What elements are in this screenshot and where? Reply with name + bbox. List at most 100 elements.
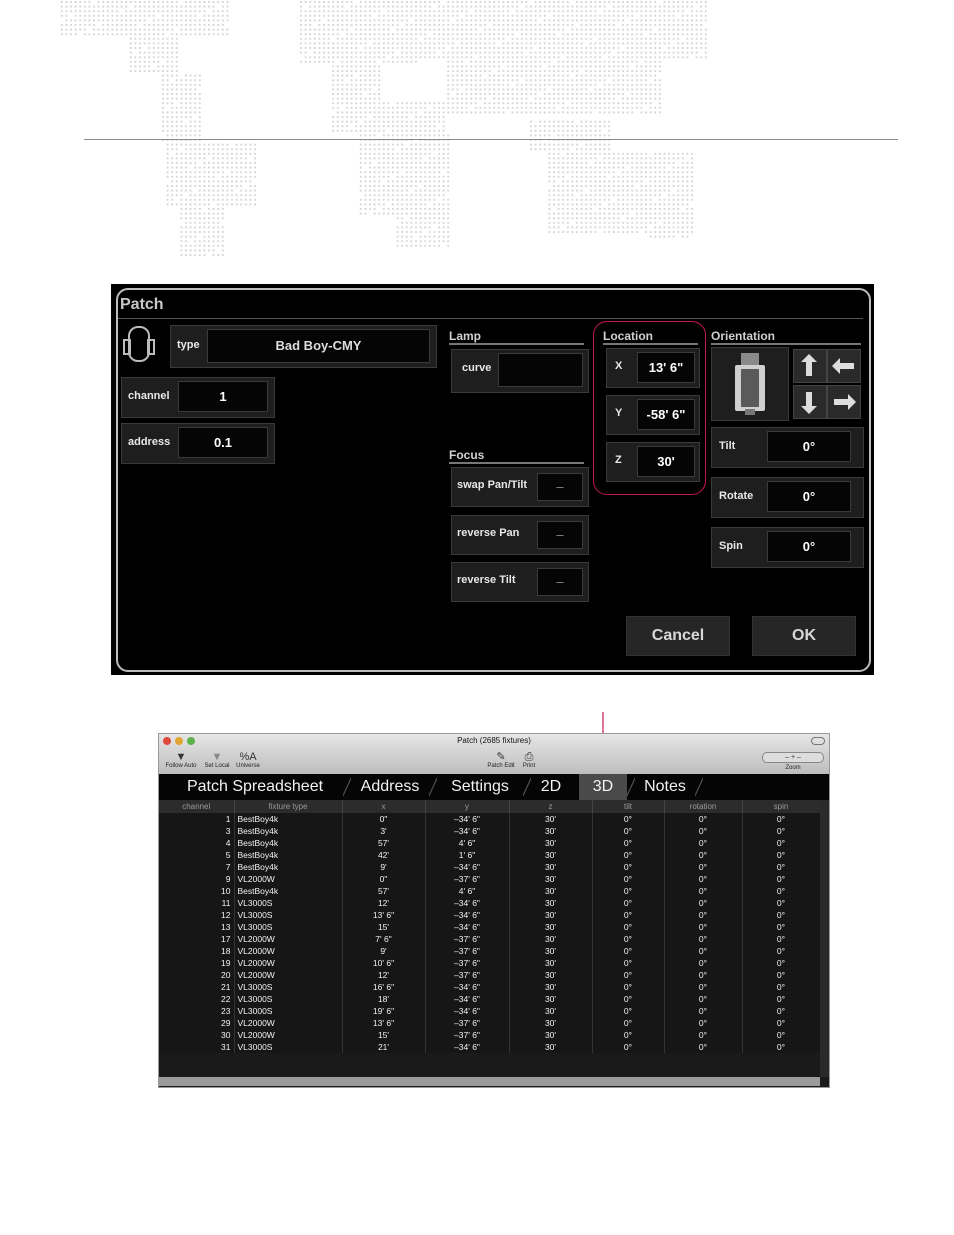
column-header[interactable]: spin	[742, 800, 821, 813]
table-cell[interactable]: 21	[159, 981, 235, 993]
table-cell[interactable]: –34' 6"	[425, 897, 510, 909]
table-cell[interactable]: 20	[159, 969, 235, 981]
table-cell[interactable]: 31	[159, 1041, 235, 1053]
table-cell[interactable]: 22	[159, 993, 235, 1005]
x-field[interactable]: 13' 6"	[637, 352, 695, 383]
table-cell[interactable]: 30'	[509, 873, 593, 885]
tab-notes[interactable]: Notes	[637, 774, 693, 800]
table-row[interactable]: 21 VL3000S 16' 6" –34' 6" 30' 0° 0° 0°	[159, 981, 821, 993]
rotate-left-button[interactable]	[827, 349, 861, 383]
table-row[interactable]: 22 VL3000S 18' –34' 6" 30' 0° 0° 0°	[159, 993, 821, 1005]
table-cell[interactable]: –37' 6"	[425, 945, 510, 957]
column-header[interactable]: y	[425, 800, 510, 813]
table-cell[interactable]: 0°	[592, 837, 665, 849]
table-cell[interactable]: VL3000S	[234, 897, 343, 909]
table-cell[interactable]: –37' 6"	[425, 933, 510, 945]
table-cell[interactable]: –34' 6"	[425, 1041, 510, 1053]
table-cell[interactable]: –37' 6"	[425, 957, 510, 969]
table-cell[interactable]: 0°	[742, 993, 821, 1005]
table-cell[interactable]: 0°	[664, 1005, 743, 1017]
table-cell[interactable]: 0°	[592, 981, 665, 993]
table-row[interactable]: 5 BestBoy4k 42' 1' 6" 30' 0° 0° 0°	[159, 849, 821, 861]
table-cell[interactable]: 0°	[742, 945, 821, 957]
table-cell[interactable]: 0°	[592, 957, 665, 969]
table-cell[interactable]: 30'	[509, 897, 593, 909]
table-cell[interactable]: 0°	[742, 1029, 821, 1041]
table-cell[interactable]: 30'	[509, 1017, 593, 1029]
address-field[interactable]: 0.1	[178, 427, 268, 458]
table-row[interactable]: 20 VL2000W 12' –37' 6" 30' 0° 0° 0°	[159, 969, 821, 981]
table-cell[interactable]: 11	[159, 897, 235, 909]
reverse-tilt-field[interactable]: –	[537, 568, 583, 596]
tab-address[interactable]: Address	[353, 774, 427, 800]
table-cell[interactable]: 0°	[664, 813, 743, 825]
table-row[interactable]: 7 BestBoy4k 9' –34' 6" 30' 0° 0° 0°	[159, 861, 821, 873]
set-local-tool[interactable]: ▼ Set Local	[201, 751, 233, 769]
universe-tool[interactable]: %A Universe	[233, 751, 263, 769]
table-cell[interactable]: 0°	[592, 861, 665, 873]
table-cell[interactable]: 0"	[342, 813, 426, 825]
table-cell[interactable]: VL2000W	[234, 933, 343, 945]
table-cell[interactable]: 0°	[592, 1029, 665, 1041]
table-cell[interactable]: VL2000W	[234, 969, 343, 981]
table-cell[interactable]: 7	[159, 861, 235, 873]
table-cell[interactable]: 0°	[664, 957, 743, 969]
table-cell[interactable]: 23	[159, 1005, 235, 1017]
table-cell[interactable]: 5	[159, 849, 235, 861]
table-row[interactable]: 23 VL3000S 19' 6" –34' 6" 30' 0° 0° 0°	[159, 1005, 821, 1017]
table-cell[interactable]: 0°	[592, 825, 665, 837]
table-cell[interactable]: 0°	[592, 1041, 665, 1053]
table-row[interactable]: 29 VL2000W 13' 6" –37' 6" 30' 0° 0° 0°	[159, 1017, 821, 1029]
table-cell[interactable]: 30'	[509, 1041, 593, 1053]
z-field[interactable]: 30'	[637, 446, 695, 477]
table-cell[interactable]: 0°	[664, 1017, 743, 1029]
table-cell[interactable]: BestBoy4k	[234, 813, 343, 825]
table-cell[interactable]: 0°	[742, 933, 821, 945]
table-cell[interactable]: 0°	[742, 1005, 821, 1017]
cancel-button[interactable]: Cancel	[626, 616, 730, 656]
table-cell[interactable]: 0°	[592, 969, 665, 981]
table-row[interactable]: 4 BestBoy4k 57' 4' 6" 30' 0° 0° 0°	[159, 837, 821, 849]
table-cell[interactable]: 0°	[742, 909, 821, 921]
table-cell[interactable]: 21'	[342, 1041, 426, 1053]
table-cell[interactable]: 0°	[592, 1017, 665, 1029]
table-cell[interactable]: 16' 6"	[342, 981, 426, 993]
table-cell[interactable]: 0°	[742, 1017, 821, 1029]
table-cell[interactable]: 0°	[742, 861, 821, 873]
table-cell[interactable]: 0°	[664, 1029, 743, 1041]
table-cell[interactable]: 13	[159, 921, 235, 933]
table-cell[interactable]: 0°	[664, 861, 743, 873]
table-cell[interactable]: 0°	[664, 909, 743, 921]
table-row[interactable]: 10 BestBoy4k 57' 4' 6" 30' 0° 0° 0°	[159, 885, 821, 897]
table-cell[interactable]: 12	[159, 909, 235, 921]
table-row[interactable]: 3 BestBoy4k 3' –34' 6" 30' 0° 0° 0°	[159, 825, 821, 837]
tab-2d[interactable]: 2D	[531, 774, 571, 800]
table-row[interactable]: 19 VL2000W 10' 6" –37' 6" 30' 0° 0° 0°	[159, 957, 821, 969]
table-cell[interactable]: 0°	[742, 957, 821, 969]
type-field[interactable]: Bad Boy-CMY	[207, 329, 430, 363]
table-cell[interactable]: 30'	[509, 1029, 593, 1041]
channel-field[interactable]: 1	[178, 381, 268, 412]
horizontal-scrollbar[interactable]	[159, 1077, 820, 1086]
table-cell[interactable]: 9'	[342, 861, 426, 873]
swap-pan-tilt-field[interactable]: –	[537, 473, 583, 501]
table-cell[interactable]: 42'	[342, 849, 426, 861]
table-cell[interactable]: –34' 6"	[425, 813, 510, 825]
follow-auto-tool[interactable]: ▼ Follow Auto	[163, 751, 199, 769]
column-header[interactable]: tilt	[592, 800, 665, 813]
table-cell[interactable]: 0°	[592, 873, 665, 885]
table-cell[interactable]: 4	[159, 837, 235, 849]
table-cell[interactable]: 0°	[664, 837, 743, 849]
table-cell[interactable]: 0°	[592, 813, 665, 825]
table-cell[interactable]: VL2000W	[234, 945, 343, 957]
table-cell[interactable]: 0°	[592, 945, 665, 957]
zoom-control[interactable]: – + –	[762, 752, 824, 763]
table-cell[interactable]: 30'	[509, 861, 593, 873]
table-cell[interactable]: 29	[159, 1017, 235, 1029]
table-cell[interactable]: 3'	[342, 825, 426, 837]
table-row[interactable]: 11 VL3000S 12' –34' 6" 30' 0° 0° 0°	[159, 897, 821, 909]
table-cell[interactable]: 0°	[664, 933, 743, 945]
table-cell[interactable]: BestBoy4k	[234, 825, 343, 837]
table-cell[interactable]: –34' 6"	[425, 909, 510, 921]
table-cell[interactable]: –37' 6"	[425, 1017, 510, 1029]
